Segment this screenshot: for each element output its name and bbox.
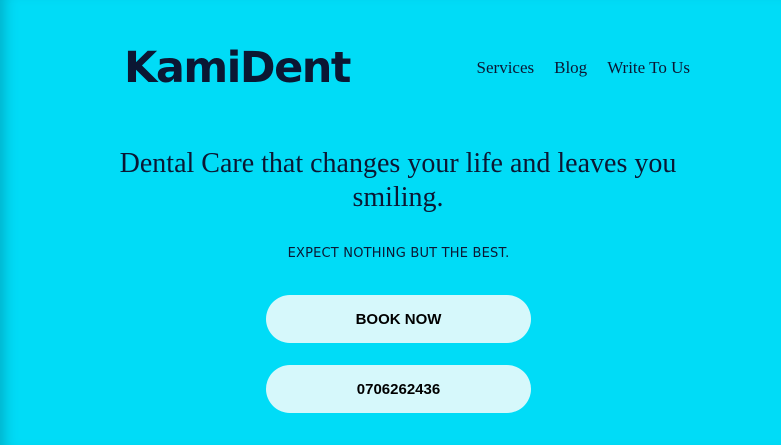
book-now-button[interactable]: BOOK NOW xyxy=(266,295,531,343)
main-nav: Services Blog Write To Us xyxy=(477,57,690,79)
phone-number-button[interactable]: 0706262436 xyxy=(266,365,531,413)
nav-item-services[interactable]: Services xyxy=(477,57,535,79)
hero-tagline: EXPECT NOTHING BUT THE BEST. xyxy=(287,246,510,261)
hero-headline: Dental Care that changes your life and l… xyxy=(119,148,677,213)
nav-item-write-to-us[interactable]: Write To Us xyxy=(607,57,690,79)
kamident-logo[interactable]: KamiDent xyxy=(124,38,351,98)
nav-item-blog[interactable]: Blog xyxy=(554,57,587,79)
